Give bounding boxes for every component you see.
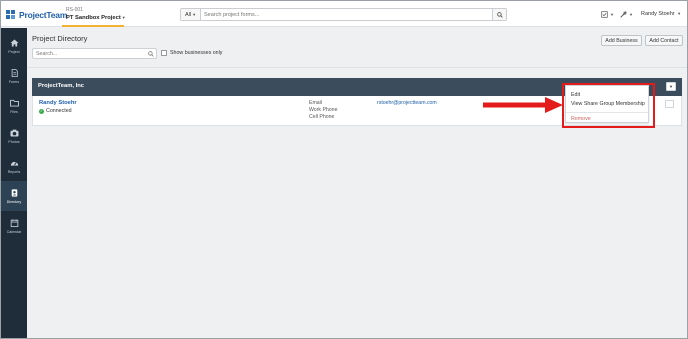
sidebar-item-reports[interactable]: Reports (1, 151, 27, 181)
home-icon (10, 38, 18, 47)
project-switcher[interactable]: RS-001 PT Sandbox Project▼ (62, 4, 126, 27)
search-scope-label: All (184, 11, 192, 18)
status-text: Connected (46, 108, 72, 114)
checklist-icon (601, 11, 608, 18)
logo[interactable]: ProjectTeam (6, 9, 67, 21)
add-contact-button[interactable]: Add Contact (645, 35, 683, 46)
project-number: RS-001 (66, 7, 83, 13)
cell-phone-label: Cell Phone (309, 114, 335, 120)
sidebar-item-project[interactable]: Project (1, 31, 27, 61)
user-menu[interactable]: Randy Stoehr ▼ (641, 11, 681, 17)
caret-down-icon: ▼ (629, 12, 633, 17)
page-title: Project Directory (32, 34, 88, 43)
sidebar-item-calendar[interactable]: Calendar (1, 211, 27, 241)
red-arrow-icon (483, 97, 563, 113)
caret-down-icon: ▼ (121, 15, 126, 20)
calendar-icon (10, 218, 18, 227)
main-content: Project Directory Show businesses only A… (27, 28, 687, 338)
user-name: Randy Stoehr (641, 11, 675, 17)
app-window: ProjectTeam RS-001 PT Sandbox Project▼ A… (0, 0, 688, 339)
contact-card-icon (11, 188, 17, 197)
business-name: ProjectTeam, Inc (38, 83, 84, 89)
search-scope-dropdown[interactable]: All ▼ (181, 9, 201, 20)
contact-email-link[interactable]: rstoehr@projectteam.com (377, 100, 437, 106)
search-icon (496, 11, 503, 18)
caret-down-icon: ▼ (669, 84, 673, 89)
checkbox-label: Show businesses only (170, 50, 223, 56)
top-bar: ProjectTeam RS-001 PT Sandbox Project▼ A… (1, 1, 687, 27)
sidebar-item-label: Photos (8, 139, 20, 144)
dashboard-icon (10, 161, 18, 166)
sidebar-item-label: Project (8, 49, 20, 54)
sidebar-item-label: Files (10, 109, 18, 114)
caret-down-icon: ▼ (192, 12, 197, 17)
document-icon (11, 68, 18, 77)
divider (27, 67, 687, 68)
work-phone-label: Work Phone (309, 107, 338, 113)
contact-status: ✓ Connected (39, 108, 72, 114)
sidebar-item-forms[interactable]: Forms (1, 61, 27, 91)
sidebar-item-directory[interactable]: Directory (1, 181, 27, 211)
directory-search (32, 48, 157, 59)
project-name: PT Sandbox Project (66, 15, 121, 21)
tasks-menu[interactable]: ▼ (601, 10, 614, 19)
search-button[interactable] (492, 9, 506, 20)
check-circle-icon: ✓ (39, 108, 44, 114)
contact-name[interactable]: Randy Stoehr (39, 100, 77, 106)
camera-icon (10, 129, 18, 137)
sidebar-item-files[interactable]: Files (1, 91, 27, 121)
checkbox[interactable] (161, 50, 167, 56)
show-businesses-only-checkbox[interactable]: Show businesses only (161, 50, 222, 56)
sidebar-item-photos[interactable]: Photos (1, 121, 27, 151)
add-business-button[interactable]: Add Business (601, 35, 642, 46)
sidebar-item-label: Directory (6, 199, 22, 204)
global-search: All ▼ (180, 8, 507, 21)
contact-menu-button[interactable] (665, 100, 674, 108)
tools-icon (620, 11, 627, 18)
business-menu-button[interactable]: ▼ (666, 82, 676, 91)
directory-search-input[interactable] (33, 50, 146, 57)
caret-down-icon: ▼ (677, 11, 682, 16)
logo-icon (6, 10, 16, 20)
folder-icon (9, 99, 19, 107)
sidebar-item-label: Forms (8, 79, 20, 84)
email-label: Email (309, 100, 322, 106)
caret-down-icon: ▼ (610, 12, 614, 17)
search-input[interactable] (201, 9, 492, 20)
tools-menu[interactable]: ▼ (620, 10, 633, 19)
sidebar-item-label: Reports (7, 169, 21, 174)
search-icon (148, 50, 154, 57)
logo-text: ProjectTeam (19, 10, 68, 20)
highlight-box (562, 83, 655, 128)
sidebar-item-label: Calendar (6, 229, 22, 234)
sidebar: Project Forms Files Photos Reports Direc… (1, 28, 27, 338)
